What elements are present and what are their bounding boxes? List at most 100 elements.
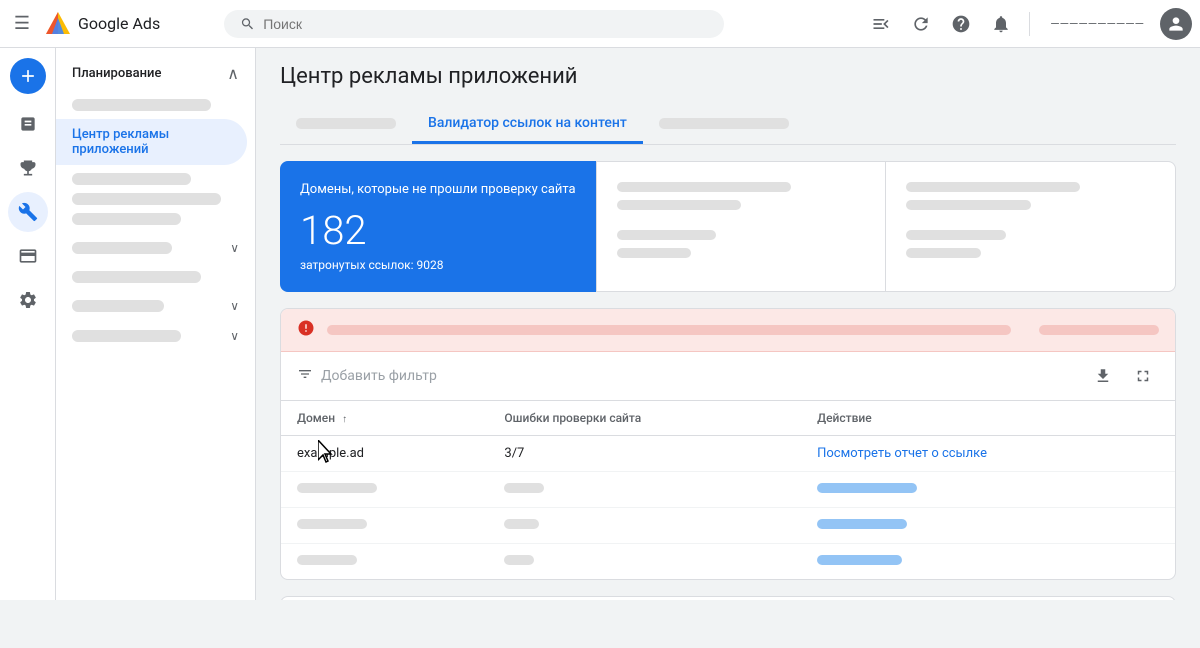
top-bar-actions: —————————— (865, 8, 1192, 40)
error-text-skel (327, 325, 1011, 335)
nav-section-4[interactable]: ∨ (56, 321, 255, 351)
sort-icon[interactable]: ↑ (342, 414, 347, 425)
sidebar-toggle-button[interactable] (865, 8, 897, 40)
col-domain-label: Домен (297, 411, 335, 425)
fullscreen-button[interactable] (1127, 360, 1159, 392)
sidebar-settings-button[interactable] (8, 280, 48, 320)
chevron-up-icon: ∧ (227, 64, 239, 83)
search-input[interactable] (263, 16, 708, 32)
hamburger-icon: ☰ (14, 13, 30, 34)
errors-skel-3 (504, 519, 539, 529)
summary-card-blue: Домены, которые не прошли проверку сайта… (280, 161, 596, 292)
refresh-icon (911, 14, 931, 34)
avatar-icon (1166, 14, 1186, 34)
left-nav: Планирование ∧ Центр рекламы приложений … (56, 48, 256, 600)
nav-skeleton-4 (72, 213, 181, 225)
notifications-icon (991, 14, 1011, 34)
card-skel-r2 (906, 200, 1030, 210)
card-skel-r3 (906, 230, 1005, 240)
domain-skel-2 (297, 483, 377, 493)
sidebar-campaigns-button[interactable] (8, 104, 48, 144)
view-report-link-1[interactable]: Посмотреть отчет о ссылке (817, 446, 987, 461)
settings-icon (18, 290, 38, 310)
tab-placeholder-1[interactable] (280, 105, 412, 144)
cell-domain-1: example.ad (281, 436, 488, 472)
nav-item-app-center[interactable]: Центр рекламы приложений (56, 119, 247, 165)
nav-skeleton-1 (72, 99, 211, 111)
table-row (281, 544, 1175, 580)
sidebar-icons (0, 48, 56, 600)
card-skel-r4 (906, 248, 981, 258)
download-button[interactable] (1087, 360, 1119, 392)
summary-card-middle (596, 161, 887, 292)
avatar[interactable] (1160, 8, 1192, 40)
nav-skeleton-3 (72, 193, 221, 205)
error-circle-icon (297, 319, 315, 337)
data-table: Домен ↑ Ошибки проверки сайта Действие (281, 401, 1175, 579)
card-skel-r1 (906, 182, 1080, 192)
add-icon (18, 66, 38, 86)
col-errors: Ошибки проверки сайта (488, 401, 801, 436)
error-text-skel-2 (1039, 325, 1159, 335)
page-title: Центр рекламы приложений (280, 64, 1176, 89)
sidebar-billing-button[interactable] (8, 236, 48, 276)
card-skel-1 (617, 182, 791, 192)
error-bar (281, 309, 1175, 352)
notifications-button[interactable] (985, 8, 1017, 40)
nav-skeleton-8 (72, 330, 181, 342)
cell-errors-2 (488, 472, 801, 508)
cell-domain-2 (281, 472, 488, 508)
cell-action-3 (801, 508, 1175, 544)
help-button[interactable] (945, 8, 977, 40)
table-row: example.ad 3/7 Посмотреть отчет о ссылке (281, 436, 1175, 472)
card-sub: затронутых ссылок: 9028 (300, 258, 576, 272)
nav-section-3[interactable]: ∨ (56, 291, 255, 321)
filter-bar: Добавить фильтр (281, 352, 1175, 401)
nav-section-label: Планирование (72, 66, 161, 81)
account-info[interactable]: —————————— (1042, 17, 1152, 31)
tab-validator-label: Валидатор ссылок на контент (428, 115, 627, 131)
summary-cards: Домены, которые не прошли проверку сайта… (280, 161, 1176, 292)
download-icon (1094, 367, 1112, 385)
nav-skeleton-6 (72, 271, 201, 283)
filter-icon (297, 366, 313, 386)
chevron-down-icon-2: ∨ (230, 241, 239, 255)
action-skel-4 (817, 555, 902, 565)
trophy-icon (18, 158, 38, 178)
summary-card-right (886, 161, 1176, 292)
google-logo-icon (44, 10, 72, 38)
tab-placeholder-2[interactable] (643, 105, 805, 144)
tools-icon (18, 202, 38, 222)
campaigns-icon (18, 114, 38, 134)
table-body: example.ad 3/7 Посмотреть отчет о ссылке (281, 436, 1175, 580)
help-icon (951, 14, 971, 34)
search-box[interactable] (224, 10, 724, 38)
filter-placeholder-text[interactable]: Добавить фильтр (321, 368, 1079, 384)
filter-actions (1087, 360, 1159, 392)
sidebar-goals-button[interactable] (8, 148, 48, 188)
nav-section-planning[interactable]: Планирование ∧ (56, 56, 255, 91)
main-layout: Планирование ∧ Центр рекламы приложений … (0, 48, 1200, 600)
nav-skeleton-2 (72, 173, 191, 185)
divider (1029, 12, 1030, 36)
action-skel-2 (817, 483, 917, 493)
hamburger-button[interactable]: ☰ (8, 10, 36, 38)
search-icon (240, 16, 255, 32)
nav-item-label: Центр рекламы приложений (72, 127, 169, 157)
domain-skel-3 (297, 519, 367, 529)
chevron-down-icon-4: ∨ (230, 329, 239, 343)
logo-area: ☰ Google Ads (8, 10, 208, 38)
filter-funnel-icon (297, 366, 313, 382)
refresh-button[interactable] (905, 8, 937, 40)
billing-icon (18, 246, 38, 266)
action-skel-3 (817, 519, 907, 529)
nav-skeleton-7 (72, 300, 164, 312)
nav-section-2[interactable]: ∨ (56, 233, 255, 263)
table-container: Добавить фильтр (280, 308, 1176, 580)
tab-validator[interactable]: Валидатор ссылок на контент (412, 105, 643, 144)
sidebar-tools-button[interactable] (8, 192, 48, 232)
sidebar-add-button[interactable] (10, 58, 46, 94)
tab-skel-1 (296, 118, 396, 129)
card-skel-2 (617, 200, 741, 210)
chevron-down-icon-3: ∨ (230, 299, 239, 313)
